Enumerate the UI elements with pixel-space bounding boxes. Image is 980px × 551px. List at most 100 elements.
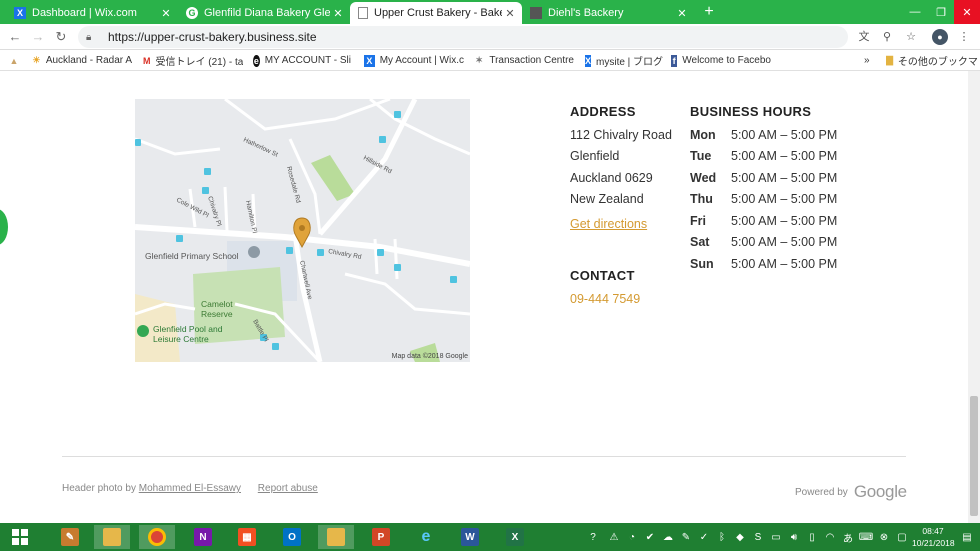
account-icon: e (253, 54, 260, 67)
folder-icon (327, 528, 345, 546)
address-bar[interactable]: 🔒︎ https://upper-crust-bakery.business.s… (78, 26, 848, 48)
clock-date: 10/21/2018 (912, 538, 955, 548)
start-button[interactable] (2, 525, 38, 549)
volume-icon[interactable]: 🔊︎ (786, 528, 802, 546)
taskbar-app-ie[interactable]: e (408, 525, 444, 549)
hours-wed: 5:00 AM – 5:00 PM (731, 171, 838, 185)
ime-icon[interactable]: あ (840, 528, 856, 546)
tab-title: Dashboard | Wix.com (32, 7, 137, 19)
taskbar-app-files[interactable] (318, 525, 354, 549)
contact-heading: CONTACT (570, 268, 635, 283)
taskbar-app-excel[interactable]: X (497, 525, 533, 549)
google-icon: G (186, 7, 198, 19)
wifi-icon[interactable]: ◠ (822, 528, 838, 546)
wix-icon: X (364, 54, 375, 67)
battery-icon[interactable]: ▯ (804, 528, 820, 546)
back-arrow-icon[interactable]: ← (6, 28, 24, 46)
folder-icon: ▇ (886, 55, 893, 65)
report-abuse-link[interactable]: Report abuse (258, 483, 318, 494)
tab-title: Diehl's Backery (548, 7, 624, 19)
skype-icon[interactable]: S (750, 528, 766, 546)
address-heading: ADDRESS (570, 104, 636, 119)
hours-mon: 5:00 AM – 5:00 PM (731, 128, 838, 142)
maximize-icon[interactable]: ❐ (928, 0, 954, 24)
close-icon[interactable]: ✕ (674, 7, 690, 20)
google-logo[interactable]: Google (854, 482, 907, 502)
tab-diehls-backery[interactable]: Diehl's Backery ✕ (522, 2, 694, 24)
notes-icon[interactable]: ▢ (894, 528, 910, 546)
floating-action-button[interactable] (0, 209, 8, 245)
tray-app-icon[interactable]: ◔ (624, 528, 640, 546)
bookmark-facebook[interactable]: f Welcome to Facebo (671, 53, 771, 68)
map-embed[interactable]: Hatherlow St Hillside Rd Rosedale Rd Col… (135, 99, 470, 362)
bookmark-mysite[interactable]: X mysite | ブログ (585, 53, 663, 68)
taskbar-app-word[interactable]: W (452, 525, 488, 549)
antivirus-icon[interactable]: ✓ (696, 528, 712, 546)
bookmark-gmail[interactable]: M 受信トレイ (21) - tak (143, 53, 243, 69)
get-directions-link[interactable]: Get directions (570, 217, 647, 231)
bookmark-auckland-radar[interactable]: ☀ Auckland - Radar A (32, 53, 132, 68)
new-tab-button[interactable]: + (700, 3, 718, 21)
excel-icon: X (506, 528, 524, 546)
help-icon[interactable]: ? (585, 528, 601, 546)
taskbar-app-powerpoint[interactable]: P (363, 525, 399, 549)
taskbar-app-chrome[interactable] (139, 525, 175, 549)
taskbar-clock[interactable]: 08:47 10/21/2018 (912, 525, 955, 549)
menu-dots-icon[interactable]: ⋮ (956, 29, 972, 45)
translate-icon[interactable]: 文 (856, 29, 872, 45)
page-content: Hatherlow St Hillside Rd Rosedale Rd Col… (0, 71, 968, 523)
close-icon[interactable]: ✕ (330, 7, 346, 20)
navigation-bar: ← → ↻ 🔒︎ https://upper-crust-bakery.busi… (0, 24, 980, 50)
taskbar-app-onenote[interactable]: N (185, 525, 221, 549)
reload-icon[interactable]: ↻ (52, 28, 70, 46)
bookmark-star-icon[interactable]: ☆ (903, 29, 919, 45)
network-status-icon[interactable]: ⚠ (606, 528, 622, 546)
apps-icon[interactable]: ▲ (8, 53, 26, 68)
close-circle-icon[interactable]: ⊗ (876, 528, 892, 546)
taskbar-app-explorer[interactable] (94, 525, 130, 549)
keyboard-icon[interactable]: ⌨ (858, 528, 874, 546)
other-bookmarks-folder[interactable]: ▇ その他のブックマーク (886, 53, 978, 68)
notifications-icon[interactable]: ▤ (958, 528, 976, 546)
bookmarks-overflow-button[interactable]: » (864, 53, 876, 68)
page-scrollbar[interactable] (968, 71, 980, 523)
cube-icon (530, 7, 542, 19)
address-line-4: New Zealand (570, 192, 644, 206)
hours-tue: 5:00 AM – 5:00 PM (731, 149, 838, 163)
taskbar-app-outlook[interactable]: O (274, 525, 310, 549)
phone-link[interactable]: 09-444 7549 (570, 292, 640, 306)
tab-wix-dashboard[interactable]: X Dashboard | Wix.com ✕ (6, 2, 178, 24)
tab-upper-crust[interactable]: Upper Crust Bakery - Bakery ✕ (350, 2, 522, 24)
display-icon[interactable]: ▭ (768, 528, 784, 546)
bookmark-wix-account[interactable]: X My Account | Wix.c (364, 53, 464, 68)
scrollbar-thumb[interactable] (970, 396, 978, 516)
tab-glenfild-bakery[interactable]: G Glenfild Diana Bakery Glenfiel ✕ (178, 2, 350, 24)
check-icon[interactable]: ✔ (642, 528, 658, 546)
taskbar-app-calculator[interactable]: ▦ (229, 525, 265, 549)
close-icon[interactable]: ✕ (502, 7, 518, 20)
outlook-icon: O (283, 528, 301, 546)
cloud-icon[interactable]: ☁ (660, 528, 676, 546)
forward-arrow-icon[interactable]: → (29, 28, 47, 46)
windows-logo-icon (12, 529, 28, 545)
pen-icon[interactable]: ✎ (678, 528, 694, 546)
tab-strip: X Dashboard | Wix.com ✕ G Glenfild Diana… (0, 0, 980, 24)
taskbar-app-ie-tools[interactable]: ✎ (52, 525, 88, 549)
map-label-camelot: Camelot Reserve (201, 299, 233, 319)
minimize-icon[interactable]: — (902, 0, 928, 24)
photo-author-link[interactable]: Mohammed El-Essawy (139, 483, 241, 494)
close-window-icon[interactable]: ✕ (954, 0, 980, 24)
zoom-icon[interactable]: ⚲ (879, 29, 895, 45)
wix-icon: X (14, 7, 26, 19)
folder-icon (103, 528, 121, 546)
bookmark-my-account[interactable]: e MY ACCOUNT - Sli (253, 53, 351, 68)
close-icon[interactable]: ✕ (158, 7, 174, 20)
bookmark-label: Welcome to Facebo (682, 55, 771, 66)
bookmark-transaction-centre[interactable]: ✶ Transaction Centre (474, 53, 574, 68)
powered-by-google: Powered by Google (795, 482, 907, 502)
hours-sun: 5:00 AM – 5:00 PM (731, 257, 838, 271)
apps-grid-icon: ▦ (238, 528, 256, 546)
shield-icon[interactable]: ◆ (732, 528, 748, 546)
bluetooth-icon[interactable]: ᛒ (714, 528, 730, 546)
profile-avatar-icon[interactable]: ● (932, 29, 948, 45)
